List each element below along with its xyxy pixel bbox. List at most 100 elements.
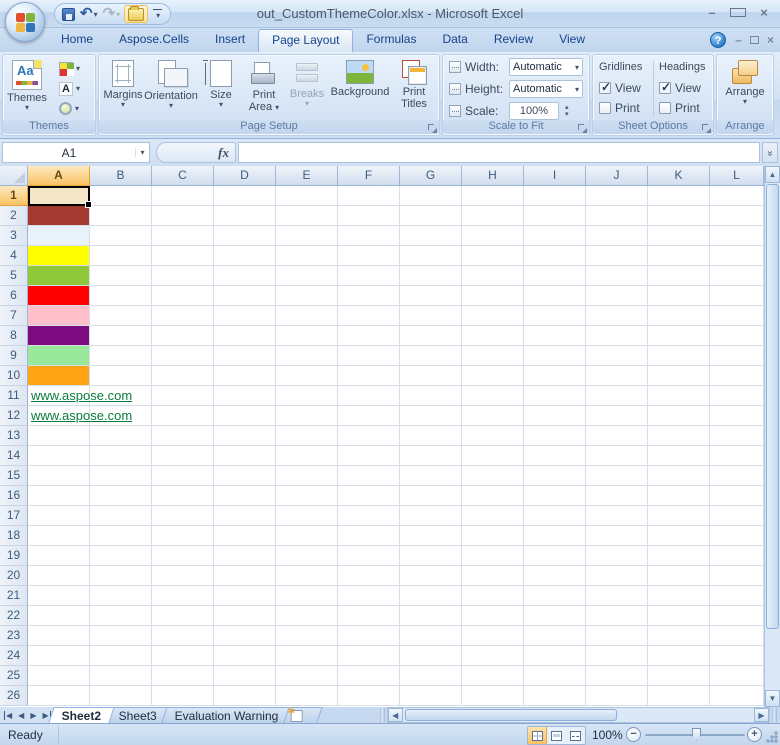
- cell-J12[interactable]: [586, 406, 648, 426]
- row-header-3[interactable]: 3: [0, 226, 28, 246]
- cell-J7[interactable]: [586, 306, 648, 326]
- print-titles-button[interactable]: PrintTitles: [393, 58, 435, 122]
- cell-G7[interactable]: [400, 306, 462, 326]
- cell-D5[interactable]: [214, 266, 276, 286]
- cell-H22[interactable]: [462, 606, 524, 626]
- tab-data[interactable]: Data: [429, 28, 480, 52]
- cell-H9[interactable]: [462, 346, 524, 366]
- name-box[interactable]: A1 ▾: [2, 142, 150, 163]
- cell-A13[interactable]: [28, 426, 90, 446]
- cell-B26[interactable]: [90, 686, 152, 706]
- cell-F6[interactable]: [338, 286, 400, 306]
- workbook-close-button[interactable]: ×: [767, 33, 774, 47]
- cell-J14[interactable]: [586, 446, 648, 466]
- cell-A22[interactable]: [28, 606, 90, 626]
- cell-B7[interactable]: [90, 306, 152, 326]
- cell-G20[interactable]: [400, 566, 462, 586]
- tab-page-layout[interactable]: Page Layout: [258, 29, 353, 52]
- cell-D19[interactable]: [214, 546, 276, 566]
- cell-D22[interactable]: [214, 606, 276, 626]
- cell-A14[interactable]: [28, 446, 90, 466]
- cell-H3[interactable]: [462, 226, 524, 246]
- cell-C5[interactable]: [152, 266, 214, 286]
- cell-H8[interactable]: [462, 326, 524, 346]
- cell-C19[interactable]: [152, 546, 214, 566]
- group-label-themes[interactable]: Themes: [3, 120, 95, 134]
- cell-L21[interactable]: [710, 586, 764, 606]
- cell-L24[interactable]: [710, 646, 764, 666]
- cell-A10[interactable]: [28, 366, 90, 386]
- themes-button[interactable]: Themes ▾: [5, 58, 49, 122]
- cell-L1[interactable]: [710, 186, 764, 206]
- cell-F15[interactable]: [338, 466, 400, 486]
- cell-L11[interactable]: [710, 386, 764, 406]
- column-header-C[interactable]: C: [152, 166, 214, 186]
- cell-K24[interactable]: [648, 646, 710, 666]
- cell-H16[interactable]: [462, 486, 524, 506]
- cell-K23[interactable]: [648, 626, 710, 646]
- cell-C11[interactable]: [152, 386, 214, 406]
- name-box-dropdown-icon[interactable]: ▾: [135, 148, 149, 157]
- gridlines-print-checkbox[interactable]: Print: [599, 98, 655, 118]
- cell-D2[interactable]: [214, 206, 276, 226]
- cell-G3[interactable]: [400, 226, 462, 246]
- cell-E23[interactable]: [276, 626, 338, 646]
- cell-F11[interactable]: [338, 386, 400, 406]
- cell-H6[interactable]: [462, 286, 524, 306]
- cell-G18[interactable]: [400, 526, 462, 546]
- cell-H23[interactable]: [462, 626, 524, 646]
- cell-C24[interactable]: [152, 646, 214, 666]
- cell-G10[interactable]: [400, 366, 462, 386]
- sheet-tab-sheet3[interactable]: Sheet3: [105, 707, 170, 723]
- cell-L16[interactable]: [710, 486, 764, 506]
- cell-K12[interactable]: [648, 406, 710, 426]
- cell-K8[interactable]: [648, 326, 710, 346]
- zoom-level[interactable]: 100%: [592, 728, 623, 742]
- cell-K21[interactable]: [648, 586, 710, 606]
- cell-G25[interactable]: [400, 666, 462, 686]
- column-header-G[interactable]: G: [400, 166, 462, 186]
- page-setup-dialog-launcher[interactable]: [427, 123, 437, 133]
- cell-H7[interactable]: [462, 306, 524, 326]
- cell-I4[interactable]: [524, 246, 586, 266]
- cell-L7[interactable]: [710, 306, 764, 326]
- hyperlink-cell-A12[interactable]: www.aspose.com: [31, 408, 132, 424]
- cell-G12[interactable]: [400, 406, 462, 426]
- cell-E18[interactable]: [276, 526, 338, 546]
- cell-L14[interactable]: [710, 446, 764, 466]
- scroll-down-button[interactable]: ▼: [765, 690, 780, 707]
- group-label-arrange[interactable]: Arrange: [717, 120, 773, 134]
- cell-L8[interactable]: [710, 326, 764, 346]
- cell-I7[interactable]: [524, 306, 586, 326]
- cell-H24[interactable]: [462, 646, 524, 666]
- cell-D16[interactable]: [214, 486, 276, 506]
- cell-F2[interactable]: [338, 206, 400, 226]
- cell-D23[interactable]: [214, 626, 276, 646]
- group-label-scale-to-fit[interactable]: Scale to Fit: [443, 120, 589, 134]
- cell-B21[interactable]: [90, 586, 152, 606]
- column-header-A[interactable]: A: [28, 166, 90, 186]
- cell-H17[interactable]: [462, 506, 524, 526]
- cell-C18[interactable]: [152, 526, 214, 546]
- cell-H21[interactable]: [462, 586, 524, 606]
- cell-B18[interactable]: [90, 526, 152, 546]
- column-header-H[interactable]: H: [462, 166, 524, 186]
- cell-B22[interactable]: [90, 606, 152, 626]
- cell-F23[interactable]: [338, 626, 400, 646]
- cell-J2[interactable]: [586, 206, 648, 226]
- scale-spinner[interactable]: 100%: [509, 102, 559, 120]
- cell-J17[interactable]: [586, 506, 648, 526]
- cell-B5[interactable]: [90, 266, 152, 286]
- cell-E1[interactable]: [276, 186, 338, 206]
- cell-J1[interactable]: [586, 186, 648, 206]
- row-header-13[interactable]: 13: [0, 426, 28, 446]
- cell-C15[interactable]: [152, 466, 214, 486]
- cell-F14[interactable]: [338, 446, 400, 466]
- cell-F5[interactable]: [338, 266, 400, 286]
- cell-H13[interactable]: [462, 426, 524, 446]
- cell-B20[interactable]: [90, 566, 152, 586]
- cell-C2[interactable]: [152, 206, 214, 226]
- cell-G21[interactable]: [400, 586, 462, 606]
- cell-C14[interactable]: [152, 446, 214, 466]
- cell-G26[interactable]: [400, 686, 462, 706]
